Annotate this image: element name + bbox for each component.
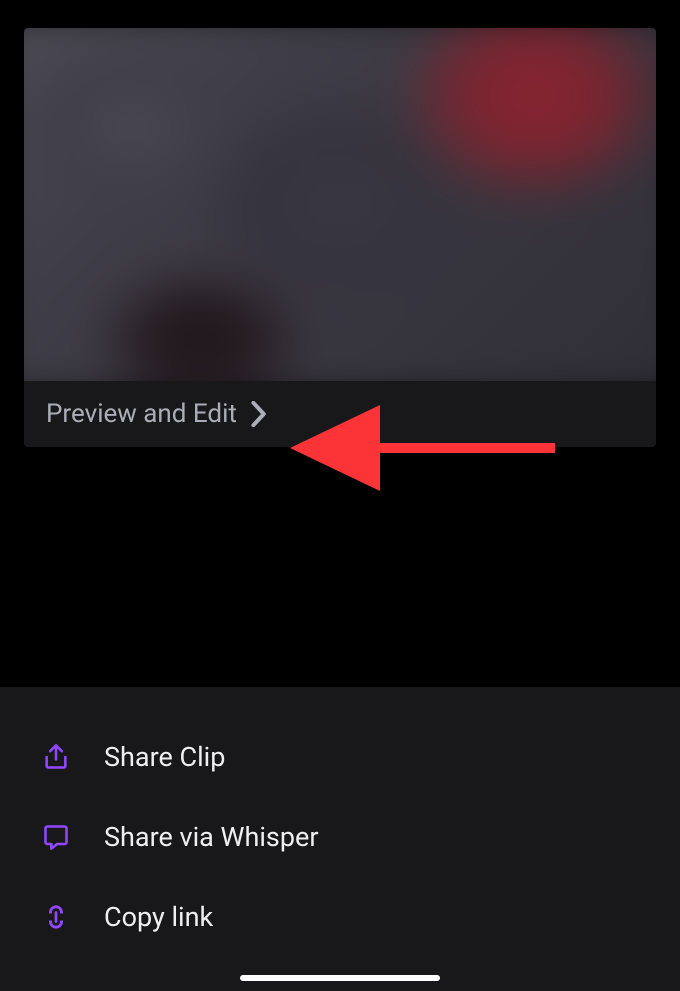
video-thumbnail[interactable] xyxy=(24,28,656,399)
share-sheet: Share Clip Share via Whisper Copy link xyxy=(0,687,680,991)
preview-edit-button[interactable]: Preview and Edit xyxy=(24,381,656,447)
link-icon xyxy=(40,901,72,933)
share-clip-label: Share Clip xyxy=(104,741,225,773)
share-icon xyxy=(40,741,72,773)
share-whisper-label: Share via Whisper xyxy=(104,821,318,853)
share-clip-button[interactable]: Share Clip xyxy=(0,717,680,797)
video-preview-container: Preview and Edit xyxy=(24,28,656,447)
chevron-right-icon xyxy=(251,401,267,427)
copy-link-button[interactable]: Copy link xyxy=(0,877,680,957)
home-indicator[interactable] xyxy=(240,975,440,981)
whisper-icon xyxy=(40,821,72,853)
copy-link-label: Copy link xyxy=(104,901,213,933)
share-whisper-button[interactable]: Share via Whisper xyxy=(0,797,680,877)
preview-edit-label: Preview and Edit xyxy=(46,399,237,429)
